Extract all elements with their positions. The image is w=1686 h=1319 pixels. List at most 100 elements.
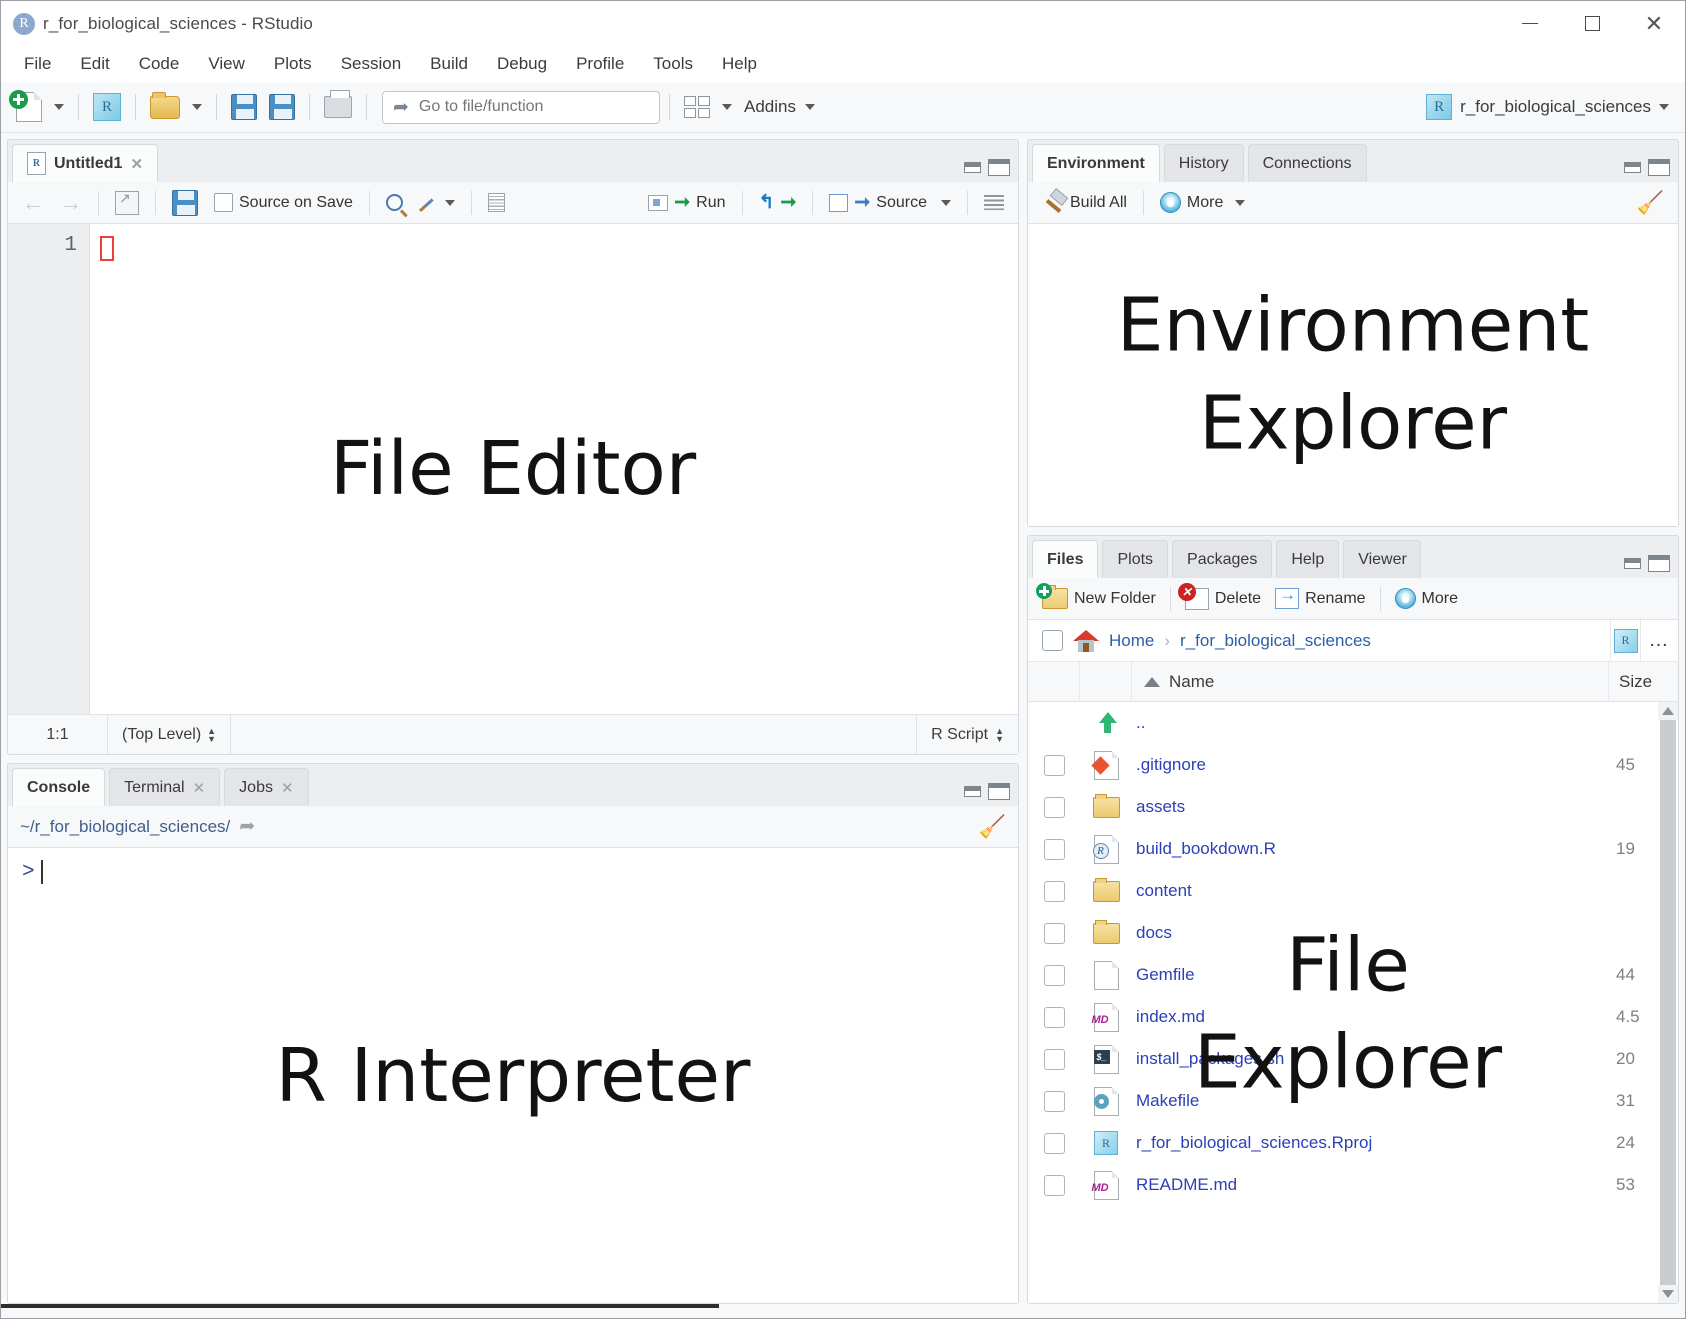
row-checkbox-cell[interactable] [1028, 1175, 1080, 1196]
run-button[interactable]: ➞ Run [642, 188, 731, 217]
row-checkbox-cell[interactable] [1028, 965, 1080, 986]
code-tools-button[interactable] [413, 190, 461, 216]
tab-viewer[interactable]: Viewer [1343, 540, 1421, 578]
home-icon[interactable] [1073, 630, 1099, 652]
scope-selector[interactable]: (Top Level) ▲▼ [108, 715, 231, 754]
scrollbar-thumb[interactable] [1660, 720, 1676, 1285]
editor-area[interactable]: 1 File Editor [8, 224, 1018, 714]
checkbox-icon[interactable] [1044, 1091, 1065, 1112]
pane-layout-dropdown[interactable] [717, 100, 737, 114]
working-directory-path[interactable]: ~/r_for_biological_sciences/ [20, 817, 230, 837]
menu-tools[interactable]: Tools [640, 50, 706, 78]
tab-history[interactable]: History [1164, 144, 1244, 182]
files-scrollbar[interactable] [1658, 702, 1678, 1303]
checkbox-icon[interactable] [1044, 839, 1065, 860]
checkbox-icon[interactable] [1044, 1133, 1065, 1154]
file-name[interactable]: assets [1132, 797, 1608, 817]
open-file-dropdown[interactable] [187, 100, 207, 114]
breadcrumb-more-button[interactable]: … [1640, 620, 1678, 662]
maximize-pane-icon[interactable] [1648, 555, 1670, 572]
find-replace-button[interactable] [380, 191, 409, 214]
menu-build[interactable]: Build [417, 50, 481, 78]
addins-button[interactable]: Addins [739, 93, 820, 121]
maximize-pane-icon[interactable] [988, 159, 1010, 176]
menu-debug[interactable]: Debug [484, 50, 560, 78]
table-row[interactable]: $_ install_packages.sh 20 [1028, 1038, 1678, 1080]
pane-layout-button[interactable] [679, 92, 715, 122]
rerun-button[interactable]: ↰ ➞ [753, 188, 803, 217]
close-icon[interactable]: ✕ [193, 779, 206, 797]
file-name[interactable]: .gitignore [1132, 755, 1608, 775]
row-checkbox-cell[interactable] [1028, 1007, 1080, 1028]
row-checkbox-cell[interactable] [1028, 881, 1080, 902]
menu-plots[interactable]: Plots [261, 50, 325, 78]
code-area[interactable] [90, 224, 1018, 714]
maximize-pane-icon[interactable] [1648, 159, 1670, 176]
source-button[interactable]: ➞ Source [823, 188, 957, 217]
menu-view[interactable]: View [195, 50, 258, 78]
scroll-up-button[interactable] [1658, 702, 1678, 720]
delete-button[interactable]: ✕ Delete [1179, 585, 1267, 613]
save-button[interactable] [226, 90, 262, 124]
maximize-button[interactable] [1561, 1, 1623, 46]
menu-session[interactable]: Session [328, 50, 414, 78]
goto-file-function-input[interactable]: ➦ Go to file/function [382, 91, 660, 124]
compile-report-button[interactable] [482, 190, 511, 215]
row-checkbox-cell[interactable] [1028, 923, 1080, 944]
file-name[interactable]: content [1132, 881, 1608, 901]
tab-terminal[interactable]: Terminal ✕ [109, 768, 220, 806]
tab-files[interactable]: Files [1032, 540, 1098, 578]
tab-packages[interactable]: Packages [1172, 540, 1272, 578]
menu-help[interactable]: Help [709, 50, 770, 78]
tab-plots[interactable]: Plots [1102, 540, 1168, 578]
print-button[interactable] [319, 92, 357, 122]
checkbox-icon[interactable] [1044, 923, 1065, 944]
minimize-pane-icon[interactable] [964, 786, 981, 797]
new-folder-button[interactable]: New Folder [1036, 585, 1162, 612]
project-selector[interactable]: R r_for_biological_sciences [1420, 90, 1675, 124]
row-checkbox-cell[interactable] [1028, 755, 1080, 776]
files-list[interactable]: .. .gitignore 45 assets [1028, 702, 1678, 1303]
size-column-header[interactable]: Size [1608, 662, 1678, 701]
checkbox-icon[interactable] [1044, 881, 1065, 902]
tab-environment[interactable]: Environment [1032, 144, 1160, 182]
new-file-button[interactable] [11, 88, 47, 126]
source-on-save-toggle[interactable]: Source on Save [208, 190, 359, 215]
file-name[interactable]: docs [1132, 923, 1608, 943]
row-checkbox-cell[interactable] [1028, 1133, 1080, 1154]
menu-profile[interactable]: Profile [563, 50, 637, 78]
table-row[interactable]: .. [1028, 702, 1678, 744]
table-row[interactable]: MD index.md 4.5 [1028, 996, 1678, 1038]
file-name[interactable]: README.md [1132, 1175, 1608, 1195]
open-file-button[interactable] [145, 92, 185, 123]
file-name[interactable]: .. [1132, 713, 1608, 733]
tab-console[interactable]: Console [12, 768, 105, 806]
document-outline-button[interactable] [978, 192, 1010, 213]
menu-edit[interactable]: Edit [67, 50, 122, 78]
maximize-pane-icon[interactable] [988, 783, 1010, 800]
rename-button[interactable]: Rename [1269, 585, 1371, 612]
file-name[interactable]: index.md [1132, 1007, 1608, 1027]
tab-jobs[interactable]: Jobs ✕ [224, 768, 308, 806]
table-row[interactable]: .gitignore 45 [1028, 744, 1678, 786]
close-icon[interactable]: ✕ [130, 155, 143, 173]
files-more-button[interactable]: More [1389, 585, 1464, 612]
checkbox-icon[interactable] [1044, 1007, 1065, 1028]
tab-help[interactable]: Help [1276, 540, 1339, 578]
row-checkbox-cell[interactable] [1028, 1091, 1080, 1112]
scroll-down-button[interactable] [1658, 1285, 1678, 1303]
environment-more-button[interactable]: More [1154, 189, 1251, 216]
minimize-button[interactable] [1499, 1, 1561, 46]
name-column-header[interactable]: Name [1132, 672, 1608, 692]
editor-save-button[interactable] [166, 187, 204, 219]
forward-button[interactable]: → [54, 187, 88, 219]
project-folder-button[interactable]: R [1610, 620, 1640, 662]
close-icon[interactable]: ✕ [281, 779, 294, 797]
table-row[interactable]: docs [1028, 912, 1678, 954]
breadcrumb-home[interactable]: Home [1109, 631, 1154, 651]
table-row[interactable]: content [1028, 870, 1678, 912]
file-name[interactable]: Gemfile [1132, 965, 1608, 985]
breadcrumb-current[interactable]: r_for_biological_sciences [1180, 631, 1371, 651]
checkbox-icon[interactable] [1044, 797, 1065, 818]
minimize-pane-icon[interactable] [1624, 558, 1641, 569]
